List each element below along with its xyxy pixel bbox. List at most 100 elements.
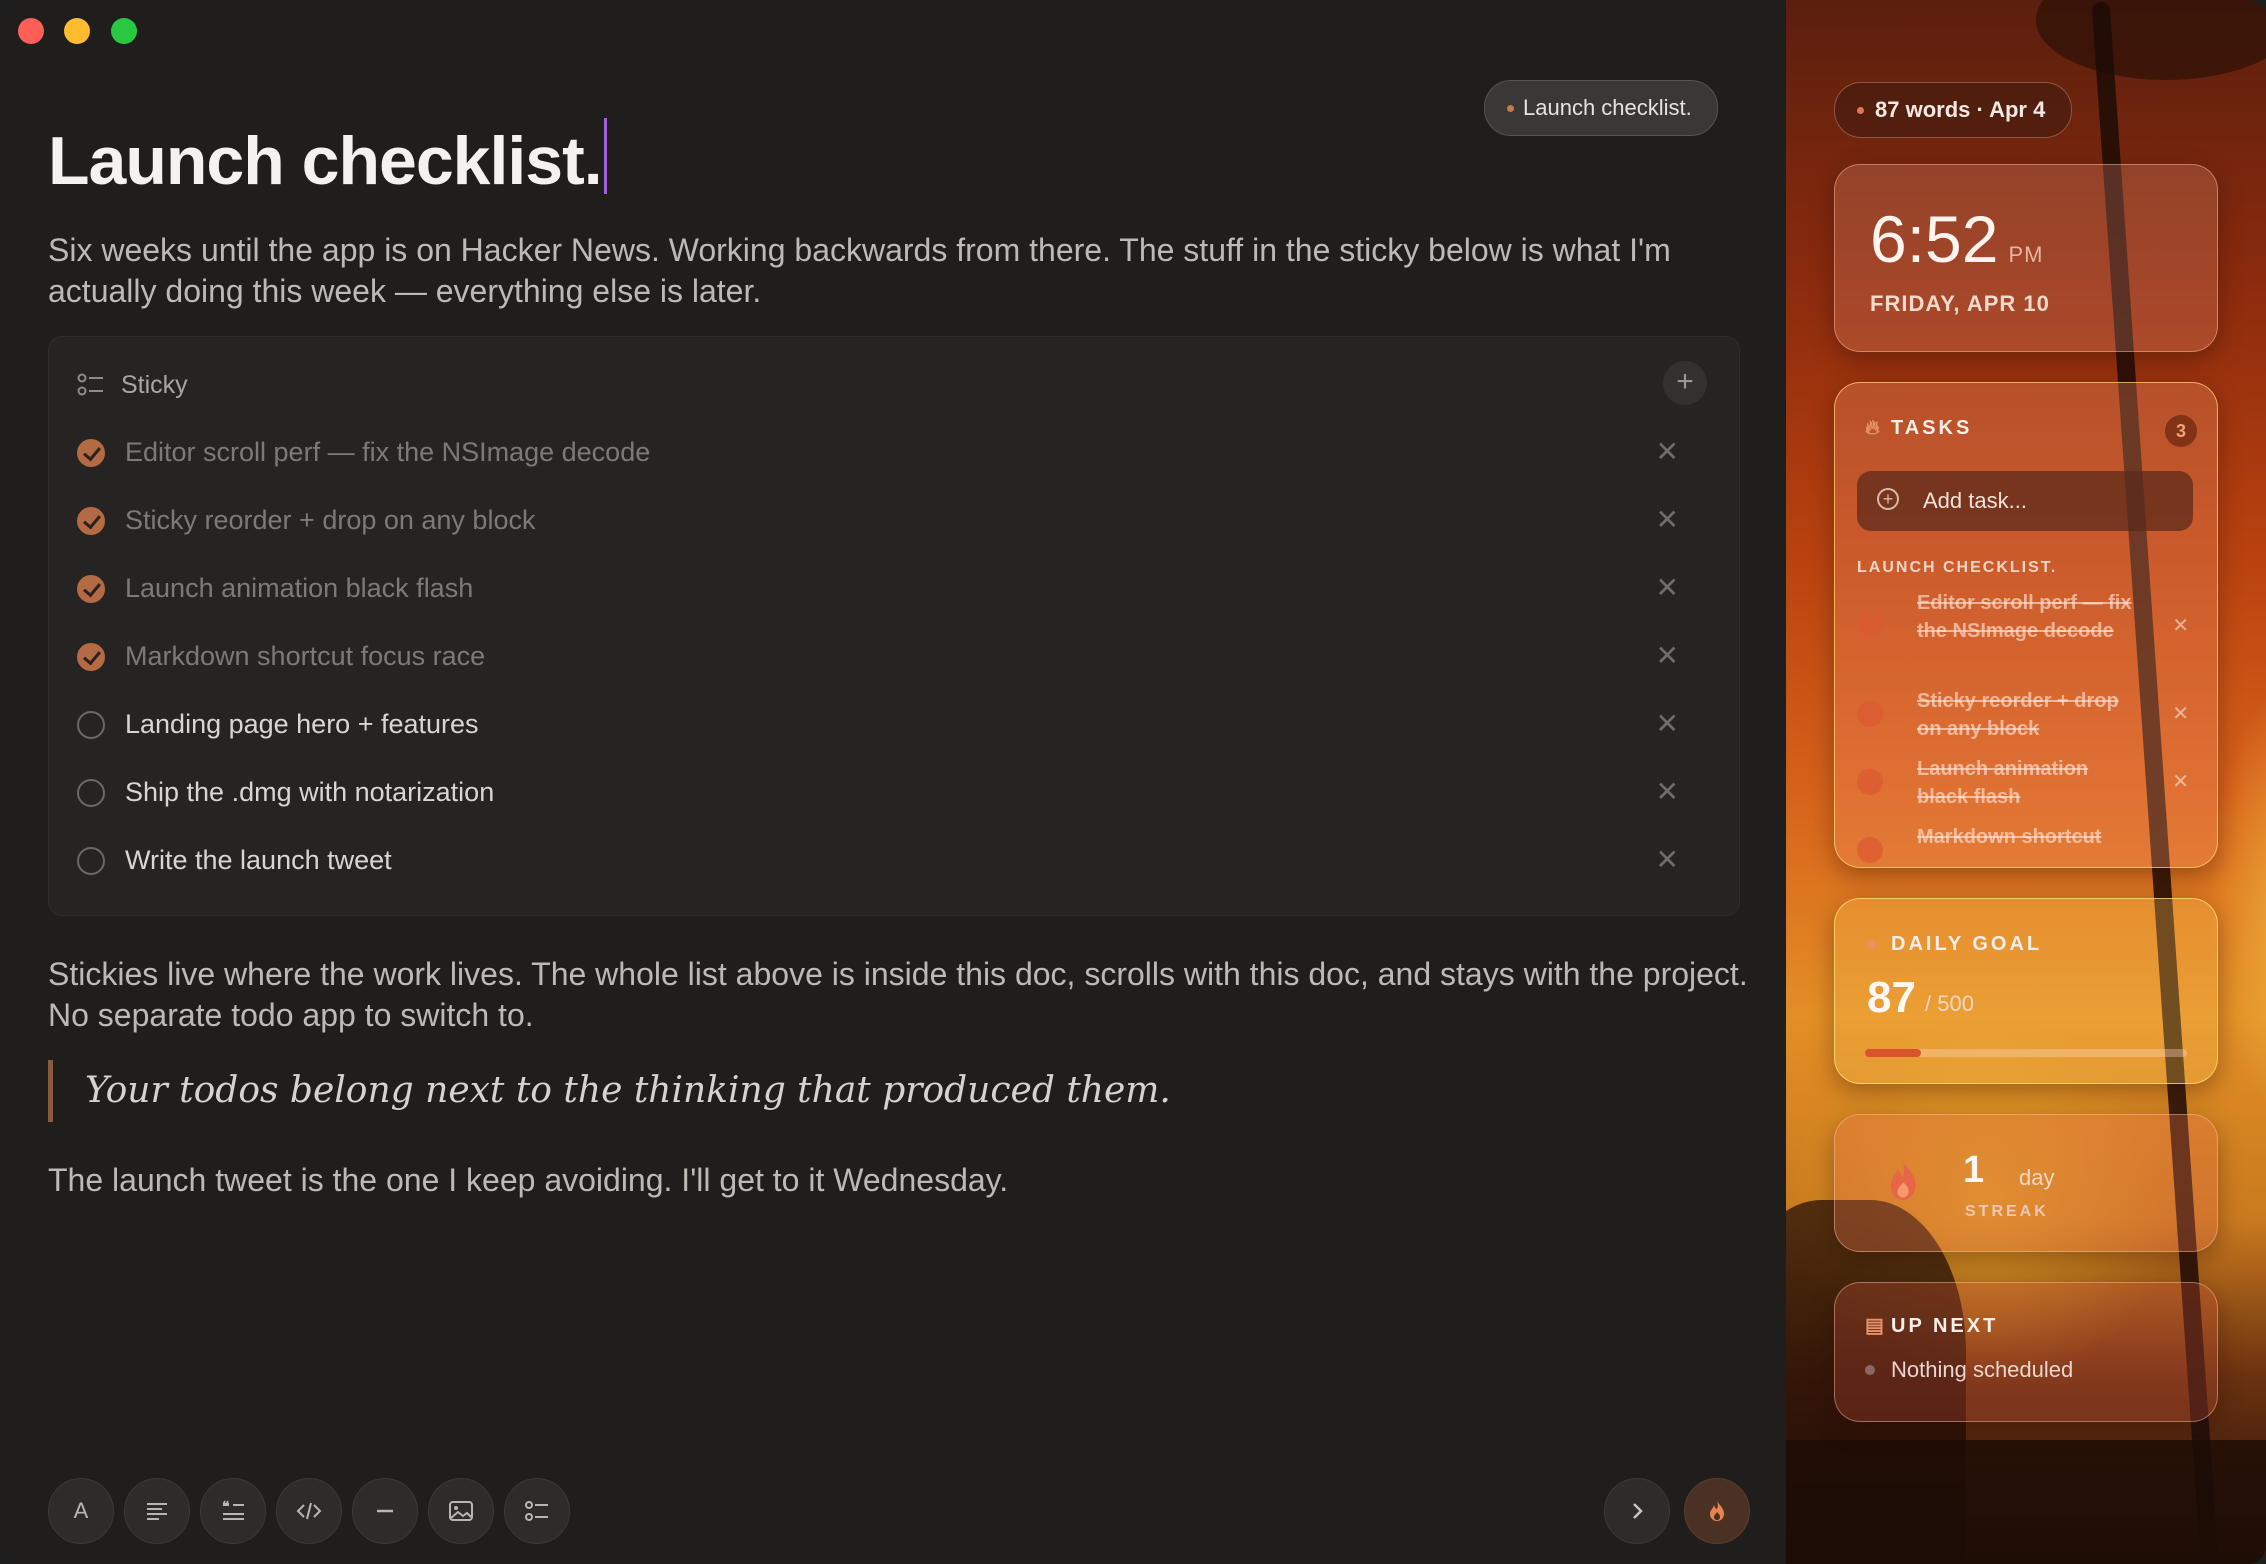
checkbox-unchecked[interactable]: [77, 711, 105, 739]
document-context-pill[interactable]: Launch checklist.: [1484, 80, 1718, 136]
remove-item-icon[interactable]: ✕: [1656, 843, 1679, 876]
up-next-heading: ▤ UP NEXT: [1865, 1313, 1998, 1338]
sticky-item[interactable]: Write the launch tweet ✕: [77, 837, 1697, 887]
checklist-icon: [525, 1501, 548, 1521]
blockquote[interactable]: Your todos belong next to the thinking t…: [48, 1060, 1171, 1122]
code-button[interactable]: [276, 1478, 342, 1544]
task-checkbox[interactable]: [1857, 769, 1883, 795]
remove-item-icon[interactable]: ✕: [1656, 707, 1679, 740]
text-style-button[interactable]: A: [48, 1478, 114, 1544]
close-window-button[interactable]: [18, 18, 44, 44]
word-count-pill: 87 words · Apr 4: [1834, 82, 2073, 138]
minimize-window-button[interactable]: [64, 18, 90, 44]
divider-button[interactable]: [352, 1478, 418, 1544]
up-next-heading-text: UP NEXT: [1891, 1315, 1999, 1337]
paragraph-icon: [147, 1503, 167, 1520]
remove-task-icon[interactable]: ✕: [2172, 769, 2189, 794]
task-item[interactable]: Editor scroll perf — fix the NSImage dec…: [1857, 589, 2197, 669]
sticky-item[interactable]: Ship the .dmg with notarization ✕: [77, 769, 1697, 819]
status-dot: [1507, 105, 1514, 112]
image-icon: [449, 1501, 473, 1521]
tasks-heading: 🔥︎ TASKS: [1865, 417, 1972, 440]
sticky-item-label: Markdown shortcut focus race: [125, 641, 486, 671]
remove-item-icon[interactable]: ✕: [1656, 503, 1679, 536]
checkbox-checked[interactable]: [77, 507, 105, 535]
checkbox-unchecked[interactable]: [77, 847, 105, 875]
toggle-sidebar-button[interactable]: [1604, 1478, 1670, 1544]
remove-task-icon[interactable]: ✕: [2172, 701, 2189, 726]
up-next-empty: Nothing scheduled: [1865, 1357, 2073, 1383]
empty-dot: [1865, 1365, 1875, 1375]
task-item-label: Sticky reorder + drop on any block: [1917, 690, 2119, 740]
remove-task-icon[interactable]: ✕: [2172, 613, 2189, 638]
up-next-widget: ▤ UP NEXT Nothing scheduled: [1834, 1282, 2218, 1422]
checklist-icon: [77, 373, 103, 396]
focus-mode-button[interactable]: [1684, 1478, 1750, 1544]
task-item-label: Editor scroll perf — fix the NSImage dec…: [1917, 592, 2132, 642]
app-window: Launch checklist. Launch checklist. Six …: [0, 0, 2266, 1564]
image-button[interactable]: [428, 1478, 494, 1544]
ground-silhouette: [1786, 1440, 2266, 1564]
clock-ampm: PM: [2008, 242, 2044, 267]
task-item[interactable]: Launch animation black flash ✕: [1857, 755, 2197, 811]
flame-icon: 🔥︎: [1865, 417, 1880, 439]
clock-date: FRIDAY, APR 10: [1870, 291, 2050, 316]
document-title[interactable]: Launch checklist.: [48, 118, 607, 200]
streak-widget: 1 day STREAK: [1834, 1114, 2218, 1252]
clock-widget: 6:52 PM FRIDAY, APR 10: [1834, 164, 2218, 352]
task-group-label: LAUNCH CHECKLIST.: [1857, 559, 2058, 576]
intro-paragraph[interactable]: Six weeks until the app is on Hacker New…: [48, 230, 1748, 312]
streak-unit: day: [2019, 1165, 2055, 1190]
daily-goal-progress-track: [1865, 1049, 2187, 1057]
zoom-window-button[interactable]: [111, 18, 137, 44]
add-task-input[interactable]: + Add task...: [1857, 471, 2193, 531]
sticky-label: Sticky: [121, 371, 188, 399]
quote-icon: ❝: [222, 1498, 244, 1520]
task-checkbox[interactable]: [1857, 837, 1883, 863]
checklist-button[interactable]: [504, 1478, 570, 1544]
remove-item-icon[interactable]: ✕: [1656, 435, 1679, 468]
add-sticky-item-button[interactable]: +: [1663, 361, 1707, 405]
sticky-item[interactable]: Sticky reorder + drop on any block ✕: [77, 497, 1697, 547]
document-context-label: Launch checklist.: [1523, 95, 1692, 120]
task-item-label: Launch animation black flash: [1917, 758, 2089, 808]
sticky-item-label: Ship the .dmg with notarization: [125, 777, 495, 807]
sticky-item-label: Launch animation black flash: [125, 573, 474, 603]
body-paragraph[interactable]: Stickies live where the work lives. The …: [48, 954, 1748, 1036]
task-item[interactable]: Markdown shortcut: [1857, 823, 2197, 863]
sticky-item-label: Editor scroll perf — fix the NSImage dec…: [125, 437, 651, 467]
palm-fronds: [2036, 0, 2266, 80]
tasks-heading-text: TASKS: [1891, 417, 1973, 439]
remove-item-icon[interactable]: ✕: [1656, 639, 1679, 672]
closing-paragraph[interactable]: The launch tweet is the one I keep avoid…: [48, 1160, 1748, 1201]
task-checkbox[interactable]: [1857, 701, 1883, 727]
tasks-widget: 🔥︎ TASKS 3 + Add task... LAUNCH CHECKLIST…: [1834, 382, 2218, 868]
remove-item-icon[interactable]: ✕: [1656, 571, 1679, 604]
sticky-item[interactable]: Markdown shortcut focus race ✕: [77, 633, 1697, 683]
sticky-item[interactable]: Editor scroll perf — fix the NSImage dec…: [77, 429, 1697, 479]
sticky-item-label: Write the launch tweet: [125, 845, 392, 875]
checkbox-checked[interactable]: [77, 439, 105, 467]
streak-label: STREAK: [1965, 1203, 2049, 1220]
sticky-item[interactable]: Launch animation black flash ✕: [77, 565, 1697, 615]
plus-circle-icon: +: [1877, 488, 1899, 510]
checkbox-checked[interactable]: [77, 643, 105, 671]
flame-icon: [1890, 1161, 1916, 1201]
task-item[interactable]: Sticky reorder + drop on any block ✕: [1857, 687, 2197, 743]
daily-goal-progress-fill: [1865, 1049, 1922, 1057]
sticky-item-label: Sticky reorder + drop on any block: [125, 505, 536, 535]
daily-goal-widget: ● DAILY GOAL 87 / 500: [1834, 898, 2218, 1084]
remove-item-icon[interactable]: ✕: [1656, 775, 1679, 808]
checkbox-checked[interactable]: [77, 575, 105, 603]
daily-goal-heading: ● DAILY GOAL: [1865, 933, 2042, 956]
sticky-block[interactable]: Sticky + Editor scroll perf — fix the NS…: [48, 336, 1740, 916]
tasks-count-badge: 3: [2165, 415, 2197, 447]
document-title-text: Launch checklist.: [48, 123, 603, 199]
checkbox-unchecked[interactable]: [77, 779, 105, 807]
paragraph-button[interactable]: [124, 1478, 190, 1544]
flame-icon: [1710, 1501, 1724, 1521]
sticky-item[interactable]: Landing page hero + features ✕: [77, 701, 1697, 751]
quote-button[interactable]: ❝: [200, 1478, 266, 1544]
task-checkbox[interactable]: [1857, 611, 1883, 637]
target-icon: ●: [1865, 933, 1878, 955]
